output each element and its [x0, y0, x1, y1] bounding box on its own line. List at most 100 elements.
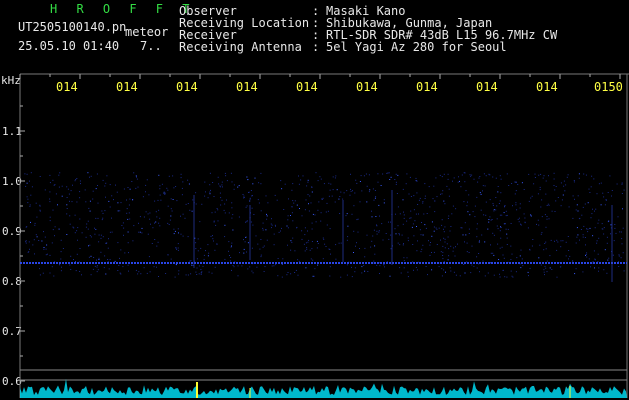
- noise-pixel: [221, 184, 223, 186]
- noise-pixel: [176, 248, 178, 250]
- noise-pixel: [329, 275, 331, 277]
- noise-pixel: [195, 192, 197, 194]
- noise-pixel: [231, 207, 233, 209]
- noise-pixel: [100, 237, 102, 239]
- noise-pixel: [495, 197, 497, 198]
- noise-pixel: [27, 202, 29, 204]
- noise-pixel: [223, 209, 225, 211]
- noise-pixel: [171, 210, 173, 212]
- noise-pixel: [465, 190, 467, 192]
- noise-pixel: [277, 258, 279, 259]
- noise-pixel: [409, 176, 411, 178]
- noise-pixel: [52, 229, 54, 231]
- noise-pixel: [427, 274, 428, 276]
- noise-pixel: [423, 213, 425, 215]
- noise-pixel: [159, 185, 161, 187]
- noise-pixel: [79, 248, 81, 249]
- noise-pixel: [167, 222, 169, 224]
- noise-pixel: [452, 205, 454, 207]
- noise-pixel: [105, 273, 107, 275]
- noise-pixel: [137, 186, 139, 188]
- noise-pixel: [463, 264, 465, 265]
- noise-pixel: [489, 199, 491, 201]
- noise-pixel: [187, 203, 189, 204]
- noise-pixel: [582, 234, 584, 236]
- noise-pixel: [363, 175, 365, 177]
- noise-pixel: [136, 176, 137, 178]
- noise-pixel: [140, 273, 142, 275]
- noise-pixel: [379, 265, 381, 267]
- noise-pixel: [39, 176, 41, 177]
- noise-pixel: [175, 247, 177, 249]
- noise-pixel: [533, 183, 535, 185]
- noise-pixel: [519, 203, 521, 205]
- noise-pixel: [178, 273, 180, 275]
- noise-pixel: [353, 252, 354, 253]
- noise-pixel: [573, 181, 575, 183]
- noise-pixel: [274, 194, 276, 196]
- noise-pixel: [546, 205, 548, 206]
- noise-pixel: [298, 183, 300, 185]
- noise-pixel: [39, 274, 41, 276]
- noise-pixel: [578, 173, 580, 175]
- noise-pixel: [209, 193, 211, 195]
- noise-pixel: [421, 222, 422, 223]
- noise-pixel: [132, 199, 134, 201]
- noise-pixel: [493, 254, 495, 256]
- noise-pixel: [53, 184, 55, 186]
- noise-pixel: [505, 215, 507, 217]
- noise-pixel: [97, 202, 99, 204]
- noise-pixel: [60, 258, 62, 260]
- noise-pixel: [168, 175, 170, 177]
- noise-pixel: [361, 190, 363, 192]
- noise-pixel: [26, 182, 28, 184]
- noise-pixel: [203, 254, 205, 256]
- noise-pixel: [172, 175, 174, 177]
- noise-pixel: [450, 270, 452, 272]
- noise-pixel: [510, 223, 512, 224]
- noise-pixel: [145, 184, 147, 186]
- noise-pixel: [52, 209, 54, 211]
- noise-pixel: [89, 176, 90, 178]
- noise-pixel: [461, 227, 463, 229]
- noise-pixel: [298, 175, 299, 177]
- noise-pixel: [560, 240, 562, 242]
- noise-pixel: [576, 227, 578, 229]
- noise-pixel: [466, 205, 468, 207]
- noise-pixel: [101, 210, 103, 212]
- noise-pixel: [403, 243, 404, 245]
- noise-pixel: [196, 267, 198, 269]
- noise-pixel: [316, 247, 318, 249]
- noise-pixel: [106, 175, 108, 177]
- noise-pixel: [298, 260, 300, 262]
- noise-pixel: [36, 216, 38, 218]
- noise-pixel: [70, 269, 72, 270]
- noise-pixel: [354, 267, 356, 269]
- noise-pixel: [546, 218, 548, 220]
- noise-pixel: [76, 230, 78, 232]
- noise-pixel: [594, 210, 595, 212]
- noise-pixel: [294, 272, 296, 273]
- noise-pixel: [584, 237, 586, 238]
- noise-pixel: [95, 188, 97, 190]
- freq-tick-marks: [20, 105, 25, 382]
- noise-pixel: [266, 218, 268, 220]
- noise-pixel: [441, 268, 443, 270]
- noise-pixel: [93, 257, 95, 258]
- noise-pixel: [339, 196, 341, 197]
- noise-pixel: [453, 271, 455, 273]
- noise-pixel: [346, 213, 348, 215]
- noise-pixel: [133, 225, 135, 227]
- noise-pixel: [311, 187, 313, 188]
- noise-pixel: [463, 172, 465, 174]
- noise-pixel: [328, 182, 330, 184]
- noise-pixel: [476, 256, 478, 258]
- noise-pixel: [60, 251, 62, 253]
- noise-pixel: [123, 227, 125, 229]
- noise-pixel: [205, 250, 206, 252]
- noise-pixel: [413, 235, 415, 237]
- noise-pixel: [75, 179, 77, 180]
- noise-pixel: [577, 234, 579, 236]
- noise-pixel: [544, 243, 546, 244]
- noise-pixel: [49, 220, 51, 222]
